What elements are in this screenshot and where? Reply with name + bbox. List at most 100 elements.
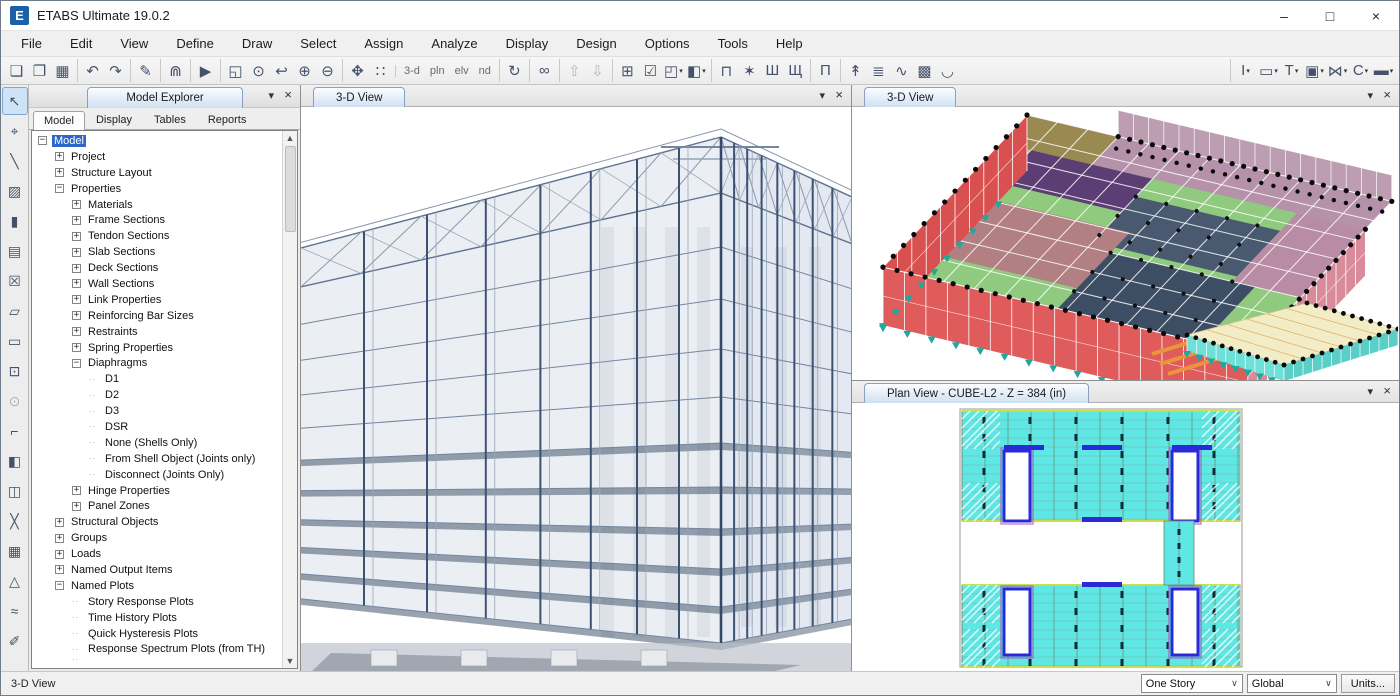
coord-system-select[interactable]: Global∨ (1247, 674, 1337, 693)
main-view-close-icon[interactable]: × (835, 87, 843, 102)
tree-item[interactable]: ··D1 (32, 371, 282, 387)
tree-item[interactable]: −Named Plots (32, 578, 282, 594)
tree-item[interactable]: ··From Shell Object (Joints only) (32, 451, 282, 467)
tree-item[interactable]: +Hinge Properties (32, 483, 282, 499)
elevation-view-button[interactable]: elv (450, 65, 474, 77)
extrude-view-icon[interactable]: ◰ (662, 59, 685, 82)
plan-view-caret-icon[interactable]: ▾ (1367, 385, 1373, 398)
main-3d-viewport[interactable] (301, 107, 851, 671)
restore-full-view-icon[interactable]: ⊙ (247, 59, 270, 82)
deck-display-icon[interactable]: ◡ (936, 59, 959, 82)
tree-item-label[interactable]: DSR (103, 421, 130, 433)
minimize-button[interactable]: – (1261, 1, 1307, 30)
truss-section-button[interactable]: ⋈ (1326, 59, 1349, 82)
collapse-icon[interactable]: − (38, 136, 47, 145)
expand-icon[interactable]: + (72, 311, 81, 320)
menu-item-display[interactable]: Display (492, 33, 563, 54)
tree-item-label[interactable]: Reinforcing Bar Sizes (86, 310, 196, 322)
tree-item-label[interactable]: From Shell Object (Joints only) (103, 453, 257, 465)
draw-window-icon[interactable]: ◫ (3, 478, 27, 504)
quick-draw-columns-icon[interactable]: ▮ (3, 208, 27, 234)
panel-menu-caret-icon[interactable]: ▾ (268, 89, 274, 102)
tree-item[interactable]: ·· (32, 657, 282, 662)
tree-item-label[interactable]: None (Shells Only) (103, 437, 199, 449)
main-view-tab[interactable]: 3-D View (313, 87, 405, 107)
maximize-button[interactable]: □ (1307, 1, 1353, 30)
quick-draw-area-icon[interactable]: ⊡ (3, 358, 27, 384)
save-model-icon[interactable]: ▦ (51, 59, 74, 82)
tree-item[interactable]: +Wall Sections (32, 276, 282, 292)
expand-icon[interactable]: + (55, 534, 64, 543)
tree-item-label[interactable]: Groups (69, 532, 109, 544)
menu-item-view[interactable]: View (106, 33, 162, 54)
secondary-view-close-icon[interactable]: × (1383, 87, 1391, 102)
tree-item[interactable]: +Deck Sections (32, 260, 282, 276)
draw-pen-icon[interactable]: ✐ (3, 628, 27, 654)
support-icon[interactable]: ↟ (844, 59, 867, 82)
menu-item-define[interactable]: Define (162, 33, 228, 54)
rubber-band-zoom-icon[interactable]: ◱ (224, 59, 247, 82)
tree-item[interactable]: ··DSR (32, 419, 282, 435)
tree-item[interactable]: −Diaphragms (32, 355, 282, 371)
rotate-view-icon[interactable]: ↻ (503, 59, 526, 82)
tree-item-label[interactable]: Frame Sections (86, 214, 167, 226)
tree-item-label[interactable]: D2 (103, 389, 121, 401)
tree-item-label[interactable]: D3 (103, 405, 121, 417)
explorer-tab-display[interactable]: Display (85, 110, 143, 129)
tree-item[interactable]: ··Response Spectrum Plots (from TH) (32, 642, 282, 658)
tree-item-label[interactable]: Quick Hysteresis Plots (86, 628, 200, 640)
tree-item-label[interactable]: Time History Plots (86, 612, 179, 624)
plan-view-button[interactable]: pln (425, 65, 450, 77)
new-model-icon[interactable]: ❏ (5, 59, 28, 82)
tree-item-label[interactable]: Materials (86, 199, 135, 211)
story-mode-select[interactable]: One Story∨ (1141, 674, 1243, 693)
expand-icon[interactable]: + (72, 232, 81, 241)
explorer-tab-reports[interactable]: Reports (197, 110, 258, 129)
collapse-icon[interactable]: − (72, 359, 81, 368)
tree-item[interactable]: +Named Output Items (32, 562, 282, 578)
tree-item[interactable]: +Project (32, 149, 282, 165)
draw-grid-icon[interactable]: ▦ (3, 538, 27, 564)
zoom-out-icon[interactable]: ⊖ (316, 59, 339, 82)
expand-icon[interactable]: + (72, 327, 81, 336)
pen-refresh-icon[interactable]: ✎ (134, 59, 157, 82)
expand-icon[interactable]: + (72, 200, 81, 209)
quick-draw-wall-icon[interactable]: ◧ (3, 448, 27, 474)
explorer-tab-tables[interactable]: Tables (143, 110, 197, 129)
tree-item[interactable]: ··Quick Hysteresis Plots (32, 626, 282, 642)
draw-link-icon[interactable]: ╳ (3, 508, 27, 534)
plan-viewport[interactable] (852, 403, 1399, 671)
area-load-icon[interactable]: Щ (784, 59, 807, 82)
tree-item-label[interactable]: Disconnect (Joints Only) (103, 469, 226, 481)
draw-curve-icon[interactable]: ≈ (3, 598, 27, 624)
run-analysis-icon[interactable]: ▶ (194, 59, 217, 82)
menu-item-help[interactable]: Help (762, 33, 817, 54)
tree-item[interactable]: +Restraints (32, 324, 282, 340)
named-display-button[interactable]: nd (474, 65, 496, 77)
frame-bracket-icon[interactable]: ⊓ (715, 59, 738, 82)
expand-icon[interactable]: + (72, 502, 81, 511)
object-shading-icon[interactable]: ◧ (685, 59, 708, 82)
unlock-model-icon[interactable]: ⋒ (164, 59, 187, 82)
menu-item-design[interactable]: Design (562, 33, 630, 54)
quick-draw-beams-icon[interactable]: ▤ (3, 238, 27, 264)
draw-ref-plane-icon[interactable]: △ (3, 568, 27, 594)
tree-item[interactable]: ··Disconnect (Joints Only) (32, 467, 282, 483)
collapse-icon[interactable]: − (55, 581, 64, 590)
menu-item-select[interactable]: Select (286, 33, 350, 54)
tree-item[interactable]: + Groups (32, 530, 282, 546)
tree-item-label[interactable]: Tendon Sections (86, 230, 171, 242)
tree-item-label[interactable]: Story Response Plots (86, 596, 196, 608)
quick-draw-braces-icon[interactable]: ☒ (3, 268, 27, 294)
tree-scrollbar[interactable]: ▲ ▼ (282, 131, 297, 668)
tree-item[interactable]: +Loads (32, 546, 282, 562)
tree-item-label[interactable]: Named Output Items (69, 564, 175, 576)
expand-icon[interactable]: + (72, 216, 81, 225)
expand-icon[interactable]: + (55, 152, 64, 161)
model-explorer-title[interactable]: Model Explorer (87, 87, 243, 108)
select-objects-icon[interactable]: ⊞ (616, 59, 639, 82)
shaded-display-icon[interactable]: ▩ (913, 59, 936, 82)
scroll-thumb[interactable] (285, 146, 296, 232)
tree-item[interactable]: ··D2 (32, 387, 282, 403)
tree-item-label[interactable]: Named Plots (69, 580, 136, 592)
